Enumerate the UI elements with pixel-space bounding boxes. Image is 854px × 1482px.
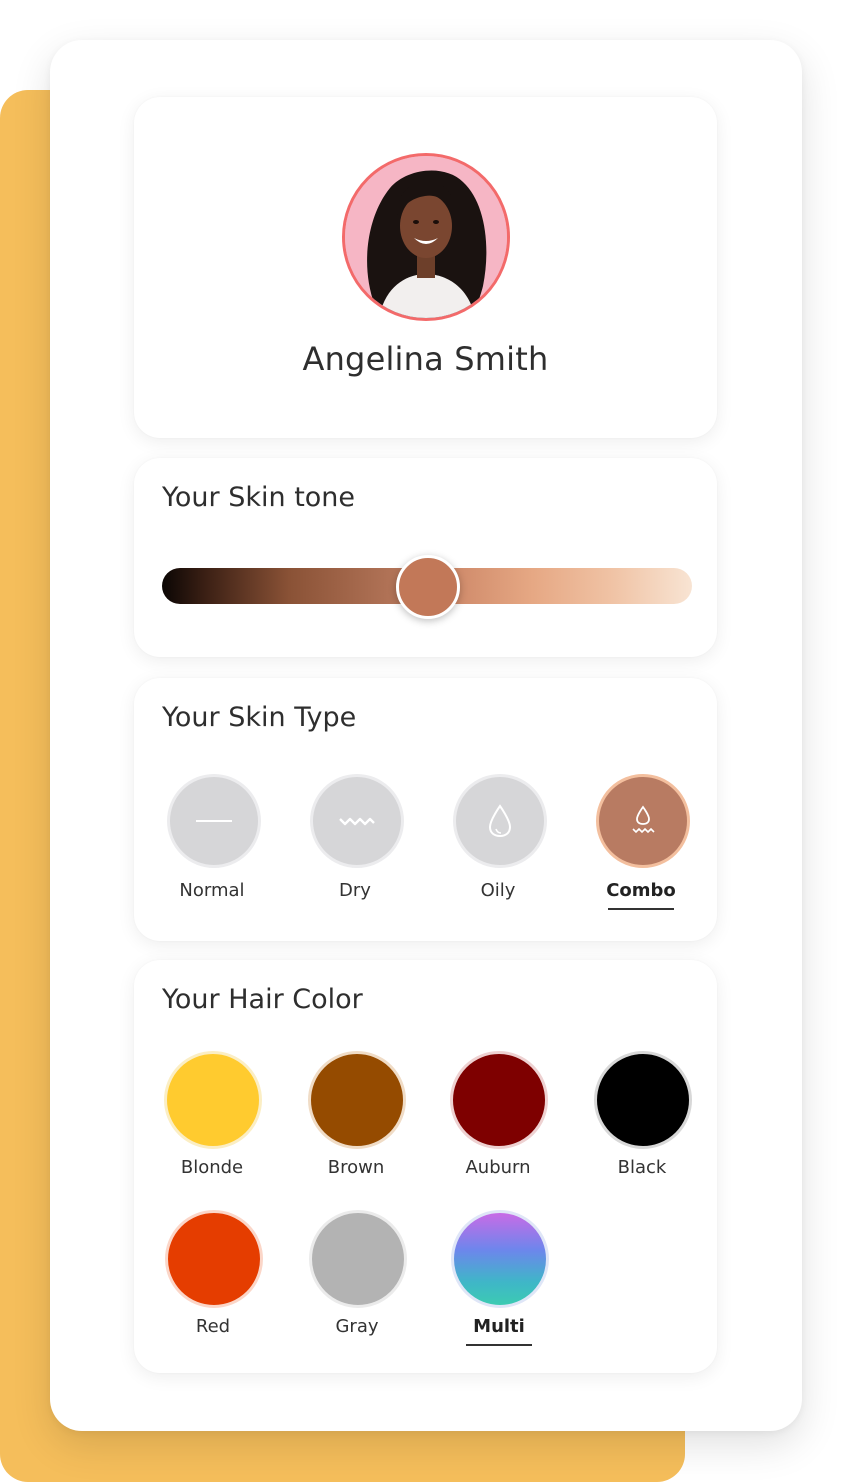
drop-wave-icon [596,774,690,868]
avatar[interactable] [342,153,510,321]
hair-swatch [164,1051,262,1149]
hair-color-label: Auburn [465,1157,531,1178]
hair-color-label: Blonde [180,1157,244,1178]
wave-icon [310,774,404,868]
selected-underline [466,1344,532,1346]
hair-swatch [450,1051,548,1149]
hair-color-title: Your Hair Color [162,984,363,1015]
skin-type-section: Your Skin Type Normal Dry Oily Combo [134,678,717,941]
hair-swatch [308,1051,406,1149]
dash-icon [167,774,261,868]
profile-card: Angelina Smith Your Skin tone Your Skin … [50,40,802,1431]
skin-type-label: Oily [480,880,516,901]
profile-section: Angelina Smith [134,97,717,438]
skin-tone-slider-thumb[interactable] [396,555,460,619]
skin-tone-section: Your Skin tone [134,458,717,657]
skin-type-label: Normal [179,880,245,901]
profile-name: Angelina Smith [302,340,549,378]
hair-color-section: Your Hair Color Blonde Brown Auburn Blac… [134,960,717,1373]
hair-color-label: Gray [335,1316,379,1337]
skin-type-title: Your Skin Type [162,702,357,733]
hair-swatch [594,1051,692,1149]
skin-type-label: Dry [339,880,371,901]
skin-tone-title: Your Skin tone [162,482,356,513]
hair-swatch [451,1210,549,1308]
selected-underline [608,908,674,910]
hair-swatch [309,1210,407,1308]
hair-color-label: Black [617,1157,667,1178]
hair-color-label: Brown [327,1157,385,1178]
drop-icon [453,774,547,868]
skin-type-label: Combo [606,880,676,901]
hair-color-label: Red [195,1316,231,1337]
hair-color-label: Multi [473,1316,525,1337]
hair-swatch [165,1210,263,1308]
